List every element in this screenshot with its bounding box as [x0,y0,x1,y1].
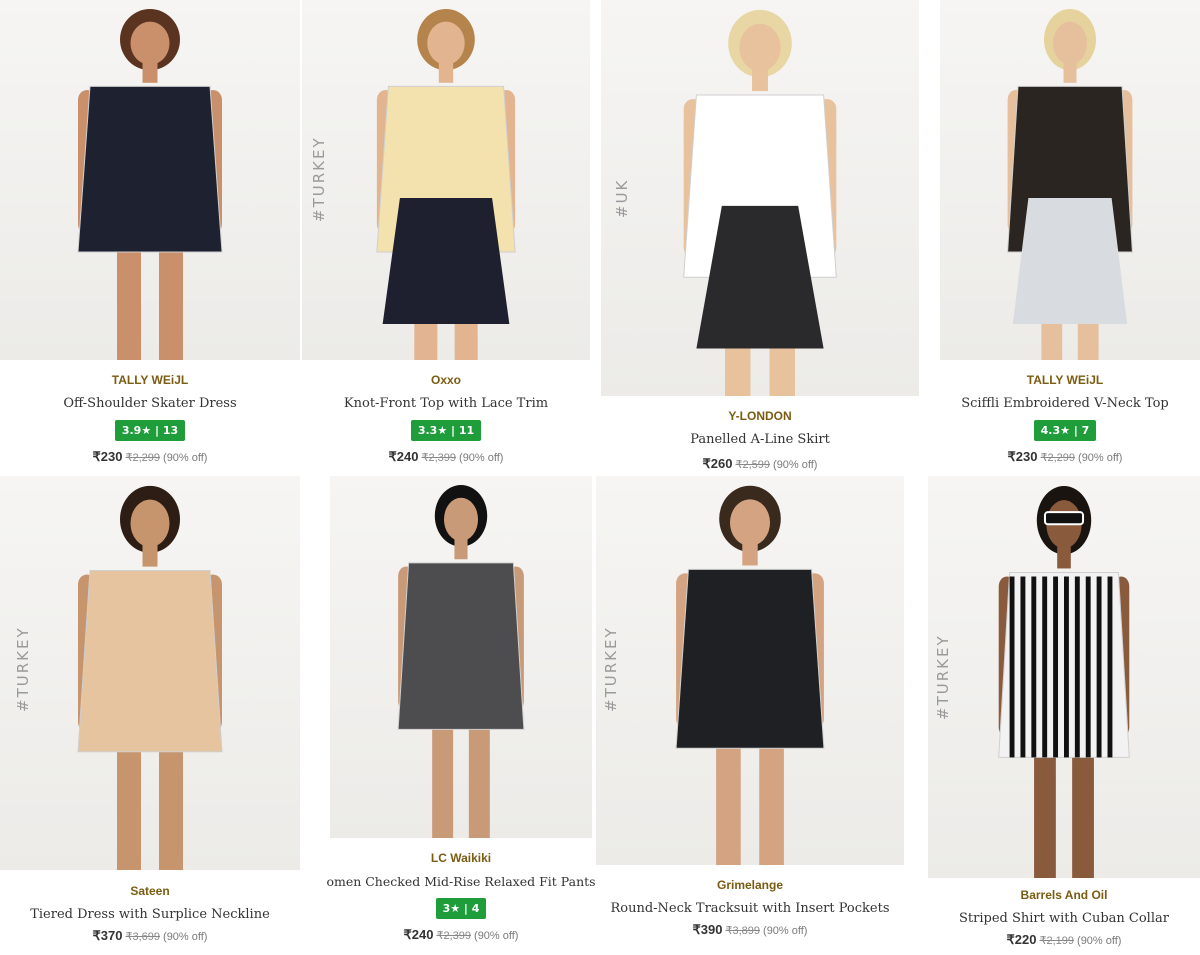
product-title[interactable]: Panelled A-Line Skirt [601,432,919,447]
model-figure [77,485,223,870]
model-figure [77,8,223,360]
rating-badge: 3.9★ | 13 [114,420,186,441]
mrp: ₹3,699 [125,931,161,943]
rating-badge: 3.3★ | 11 [410,420,482,441]
product-card[interactable]: #TURKEY Barrels And Oil Striped Shirt wi… [928,476,1200,955]
product-title[interactable]: Striped Shirt with Cuban Collar [928,911,1200,926]
mrp: ₹2,599 [735,459,771,471]
brand-name: LC Waikiki [430,851,492,865]
product-card[interactable]: TALLY WEiJL Sciffli Embroidered V-Neck T… [940,0,1200,470]
origin-tag: #TURKEY [934,634,952,720]
mrp: ₹2,299 [1040,452,1076,464]
price: ₹230 [92,449,123,464]
product-title[interactable]: omen Checked Mid-Rise Relaxed Fit Pants [325,874,597,889]
brand-name: Y-LONDON [728,409,792,423]
discount: (90% off) [163,452,208,464]
product-image[interactable] [330,476,592,838]
product-image[interactable] [0,0,300,360]
discount: (90% off) [773,459,818,471]
model-figure [683,9,837,396]
mrp: ₹2,199 [1039,935,1075,947]
discount: (90% off) [763,925,808,937]
product-card[interactable]: #UK Y-LONDON Panelled A-Line Skirt ₹260 ₹… [601,0,919,471]
rating-badge: 4.3★ | 7 [1033,420,1097,441]
model-figure [675,485,825,865]
product-title[interactable]: Tiered Dress with Surplice Neckline [0,907,300,922]
brand-name: Barrels And Oil [1020,888,1108,902]
origin-tag: #TURKEY [602,626,620,712]
discount: (90% off) [1077,935,1122,947]
mrp: ₹2,299 [125,452,161,464]
discount: (90% off) [474,930,519,942]
model-figure [998,486,1130,878]
mrp: ₹2,399 [436,930,472,942]
price: ₹370 [92,928,123,943]
rating-badge: 3★ | 4 [435,898,487,919]
product-image[interactable] [940,0,1200,360]
product-card[interactable]: TALLY WEiJL Off-Shoulder Skater Dress 3.… [0,0,300,470]
product-image[interactable] [601,0,919,396]
product-image[interactable] [596,476,904,865]
product-card[interactable]: #TURKEY Oxxo Knot-Front Top with Lace Tr… [302,0,590,470]
price: ₹260 [702,456,733,471]
brand-name: TALLY WEiJL [1026,373,1104,387]
price: ₹240 [403,927,434,942]
model-figure [397,485,525,838]
product-title[interactable]: Sciffli Embroidered V-Neck Top [930,396,1200,411]
product-card[interactable]: #TURKEY Grimelange Round-Neck Tracksuit … [596,476,904,955]
discount: (90% off) [459,452,504,464]
discount: (90% off) [1078,452,1123,464]
product-title[interactable]: Knot-Front Top with Lace Trim [302,396,590,411]
brand-name: Oxxo [430,373,461,387]
product-image[interactable] [0,476,300,870]
brand-name: TALLY WEiJL [111,373,189,387]
price: ₹240 [388,449,419,464]
product-image[interactable] [928,476,1200,878]
product-card[interactable]: #TURKEY Sateen Tiered Dress with Surplic… [0,476,300,955]
product-image[interactable] [302,0,590,360]
brand-name: Grimelange [716,878,784,892]
mrp: ₹3,899 [725,925,761,937]
brand-name: Sateen [130,884,170,898]
product-card[interactable]: LC Waikiki omen Checked Mid-Rise Relaxed… [326,476,596,955]
product-title[interactable]: Round-Neck Tracksuit with Insert Pockets [596,901,904,916]
model-figure [376,8,516,360]
price: ₹230 [1007,449,1038,464]
origin-tag: #TURKEY [310,136,328,222]
product-title[interactable]: Off-Shoulder Skater Dress [0,396,300,411]
model-figure [1007,8,1133,360]
origin-tag: #UK [613,178,631,218]
mrp: ₹2,399 [421,452,457,464]
discount: (90% off) [163,931,208,943]
origin-tag: #TURKEY [14,626,32,712]
price: ₹390 [692,922,723,937]
price: ₹220 [1006,932,1037,947]
